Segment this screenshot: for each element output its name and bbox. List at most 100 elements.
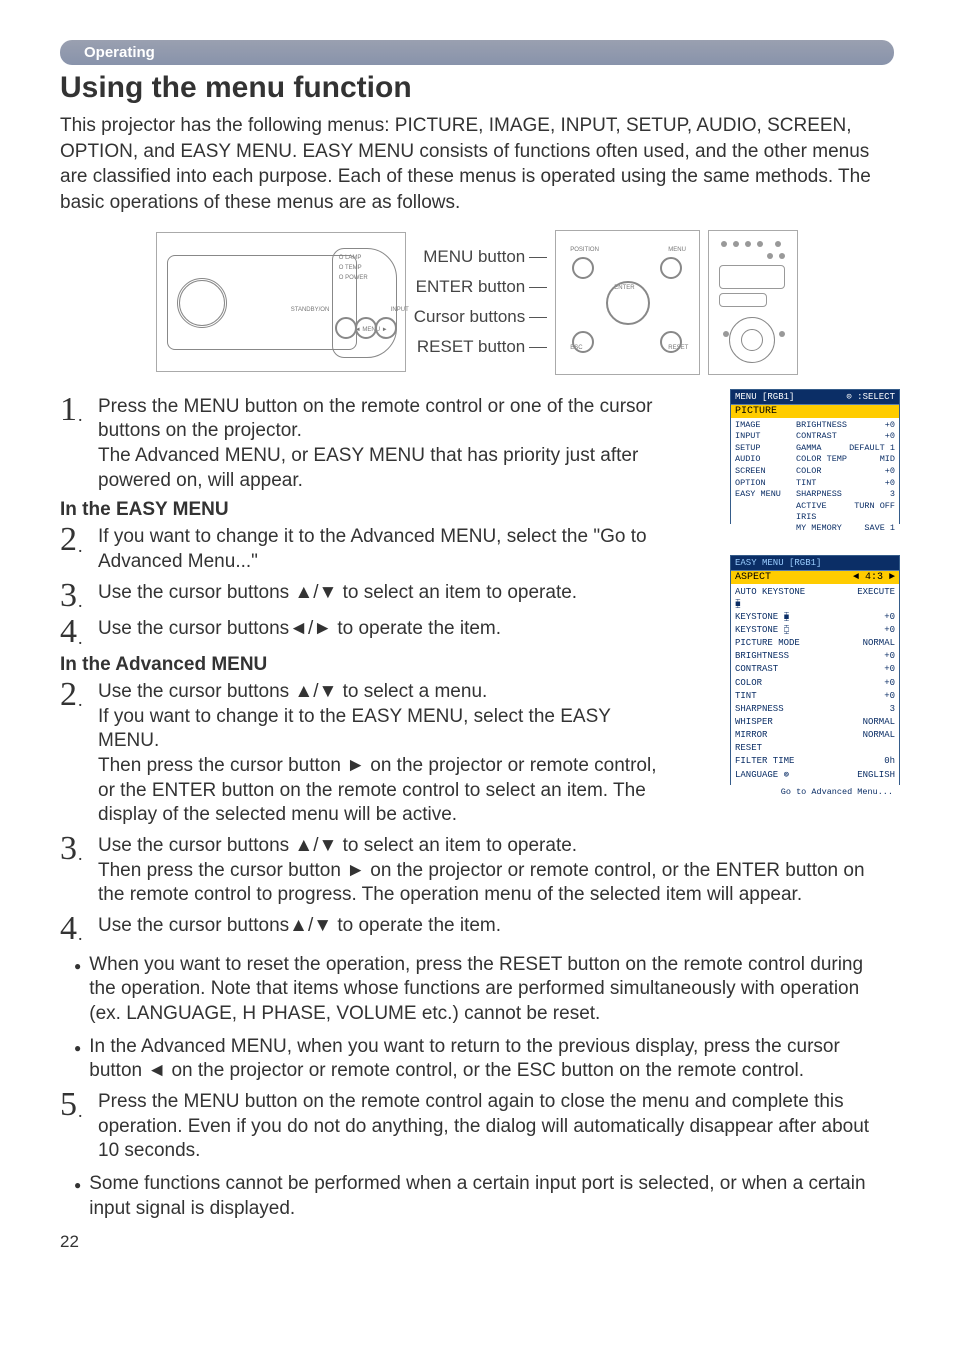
enter-button-label: ENTER button xyxy=(416,277,548,297)
step5-text: Press the MENU button on the remote cont… xyxy=(98,1090,894,1164)
osd-adv-value: +0 xyxy=(848,478,895,489)
adv-step3a: Use the cursor buttons ▲/▼ to select an … xyxy=(98,835,577,856)
osd-easy-value: 3 xyxy=(816,703,895,715)
osd-easy-item: BRIGHTNESS xyxy=(735,650,815,662)
intro-paragraph: This projector has the following menus: … xyxy=(60,113,894,216)
osd-easy-item: MIRROR xyxy=(735,729,815,741)
osd-adv-value: DEFAULT 1 xyxy=(848,443,895,454)
step-number: 2 xyxy=(60,525,98,556)
step-number: 4 xyxy=(60,914,98,945)
step-number: 3 xyxy=(60,581,98,612)
osd-adv-item: MY MEMORY xyxy=(796,523,847,534)
step-number: 4 xyxy=(60,617,98,648)
osd-adv-value: TURN OFF xyxy=(848,501,895,522)
osd-easy-item: LANGUAGE ⊚ xyxy=(735,769,815,781)
cursor-buttons-label: Cursor buttons xyxy=(414,307,548,327)
osd-easy-value: NORMAL xyxy=(816,716,895,728)
osd-easy-item: RESET xyxy=(735,742,815,754)
page-number: 22 xyxy=(60,1232,894,1252)
projector-illustration: O LAMP O TEMP O POWER STANDBY/ON INPUT ◄… xyxy=(156,232,406,372)
osd-adv-leftcol: EASY MENU xyxy=(735,489,795,500)
osd-easy-value: +0 xyxy=(816,690,895,702)
page-title: Using the menu function xyxy=(60,71,894,105)
osd-adv-value: +0 xyxy=(848,431,895,442)
osd-easy-value: 0h xyxy=(816,755,895,767)
figure-row: O LAMP O TEMP O POWER STANDBY/ON INPUT ◄… xyxy=(60,230,894,375)
osd-easy-hi-left: ASPECT xyxy=(735,572,771,583)
osd-adv-item: TINT xyxy=(796,478,847,489)
menu-button-label: MENU button xyxy=(423,247,547,267)
osd-adv-highlight: PICTURE xyxy=(735,406,777,417)
bullet-1: When you want to reset the operation, pr… xyxy=(89,953,894,1027)
adv-step3b: Then press the cursor button ► on the pr… xyxy=(98,860,865,906)
osd-easy-menu: EASY MENU [RGB1] ASPECT ◄ 4:3 ► AUTO KEY… xyxy=(730,555,900,785)
osd-easy-value: +0 xyxy=(816,650,895,662)
osd-easy-item: SHARPNESS xyxy=(735,703,815,715)
osd-adv-value: MID xyxy=(848,454,895,465)
osd-easy-item: FILTER TIME xyxy=(735,755,815,767)
osd-adv-item: CONTRAST xyxy=(796,431,847,442)
osd-adv-leftcol: OPTION xyxy=(735,478,795,489)
osd-adv-value: +0 xyxy=(848,420,895,431)
osd-easy-value: ENGLISH xyxy=(816,769,895,781)
osd-easy-value xyxy=(816,742,895,754)
osd-adv-title-right: ⊙ :SELECT xyxy=(846,392,895,402)
osd-easy-value: +0 xyxy=(816,663,895,675)
osd-easy-value: +0 xyxy=(816,624,895,636)
osd-adv-leftcol: SETUP xyxy=(735,443,795,454)
osd-adv-item: COLOR xyxy=(796,466,847,477)
osd-adv-item: BRIGHTNESS xyxy=(796,420,847,431)
control-panel-illustration: POSITION MENU ENTER ESC RESET xyxy=(555,230,700,375)
bullet-3: Some functions cannot be performed when … xyxy=(89,1172,894,1221)
osd-adv-item: SHARPNESS xyxy=(796,489,847,500)
osd-adv-value: +0 xyxy=(848,466,895,477)
bullet-2: In the Advanced MENU, when you want to r… xyxy=(89,1035,894,1084)
adv-step4: Use the cursor buttons▲/▼ to operate the… xyxy=(98,914,894,939)
osd-adv-value: SAVE 1 xyxy=(848,523,895,534)
osd-easy-item: AUTO KEYSTONE ⧯ xyxy=(735,586,815,610)
step-number: 1 xyxy=(60,395,98,426)
osd-adv-leftcol: INPUT xyxy=(735,431,795,442)
osd-advanced-menu: MENU [RGB1] ⊙ :SELECT PICTURE IMAGEBRIGH… xyxy=(730,389,900,524)
osd-easy-value: +0 xyxy=(816,611,895,623)
osd-adv-item: GAMMA xyxy=(796,443,847,454)
osd-adv-item: ACTIVE IRIS xyxy=(796,501,847,522)
osd-easy-item: PICTURE MODE xyxy=(735,637,815,649)
osd-adv-title-left: MENU [RGB1] xyxy=(735,392,794,402)
easy-step3: Use the cursor buttons ▲/▼ to select an … xyxy=(98,581,670,606)
step-number: 3 xyxy=(60,834,98,865)
osd-easy-item: COLOR xyxy=(735,677,815,689)
osd-adv-value: 3 xyxy=(848,489,895,500)
adv-step2b: If you want to change it to the EASY MEN… xyxy=(98,706,611,752)
osd-easy-hi-right: ◄ 4:3 ► xyxy=(853,572,895,583)
step-number: 5 xyxy=(60,1090,98,1121)
panel-button-labels: MENU button ENTER button Cursor buttons … xyxy=(414,247,548,357)
easy-step2: If you want to change it to the Advanced… xyxy=(98,525,670,574)
osd-adv-leftcol: SCREEN xyxy=(735,466,795,477)
easy-step4: Use the cursor buttons◄/► to operate the… xyxy=(98,617,670,642)
step1-text: Press the MENU button on the remote cont… xyxy=(98,396,652,442)
section-bar: Operating xyxy=(60,40,894,65)
osd-easy-value: NORMAL xyxy=(816,729,895,741)
osd-easy-item: KEYSTONE ⧮ xyxy=(735,624,815,636)
osd-easy-item: TINT xyxy=(735,690,815,702)
content-block: MENU [RGB1] ⊙ :SELECT PICTURE IMAGEBRIGH… xyxy=(60,395,894,1252)
osd-easy-value: NORMAL xyxy=(816,637,895,649)
osd-easy-title: EASY MENU [RGB1] xyxy=(735,558,821,568)
osd-easy-item: CONTRAST xyxy=(735,663,815,675)
osd-easy-item: KEYSTONE ⧯ xyxy=(735,611,815,623)
adv-step2a: Use the cursor buttons ▲/▼ to select a m… xyxy=(98,681,487,702)
osd-easy-footer: Go to Advanced Menu... xyxy=(731,785,899,799)
osd-adv-leftcol: AUDIO xyxy=(735,454,795,465)
step-number: 2 xyxy=(60,680,98,711)
osd-easy-value: +0 xyxy=(816,677,895,689)
remote-illustration xyxy=(708,230,798,375)
osd-adv-leftcol xyxy=(735,501,795,522)
adv-step2c: Then press the cursor button ► on the pr… xyxy=(98,755,656,825)
osd-adv-item: COLOR TEMP xyxy=(796,454,847,465)
step1-text-b: The Advanced MENU, or EASY MENU that has… xyxy=(98,445,638,491)
reset-button-label: RESET button xyxy=(417,337,547,357)
osd-easy-value: EXECUTE xyxy=(816,586,895,610)
osd-adv-leftcol: IMAGE xyxy=(735,420,795,431)
osd-easy-item: WHISPER xyxy=(735,716,815,728)
